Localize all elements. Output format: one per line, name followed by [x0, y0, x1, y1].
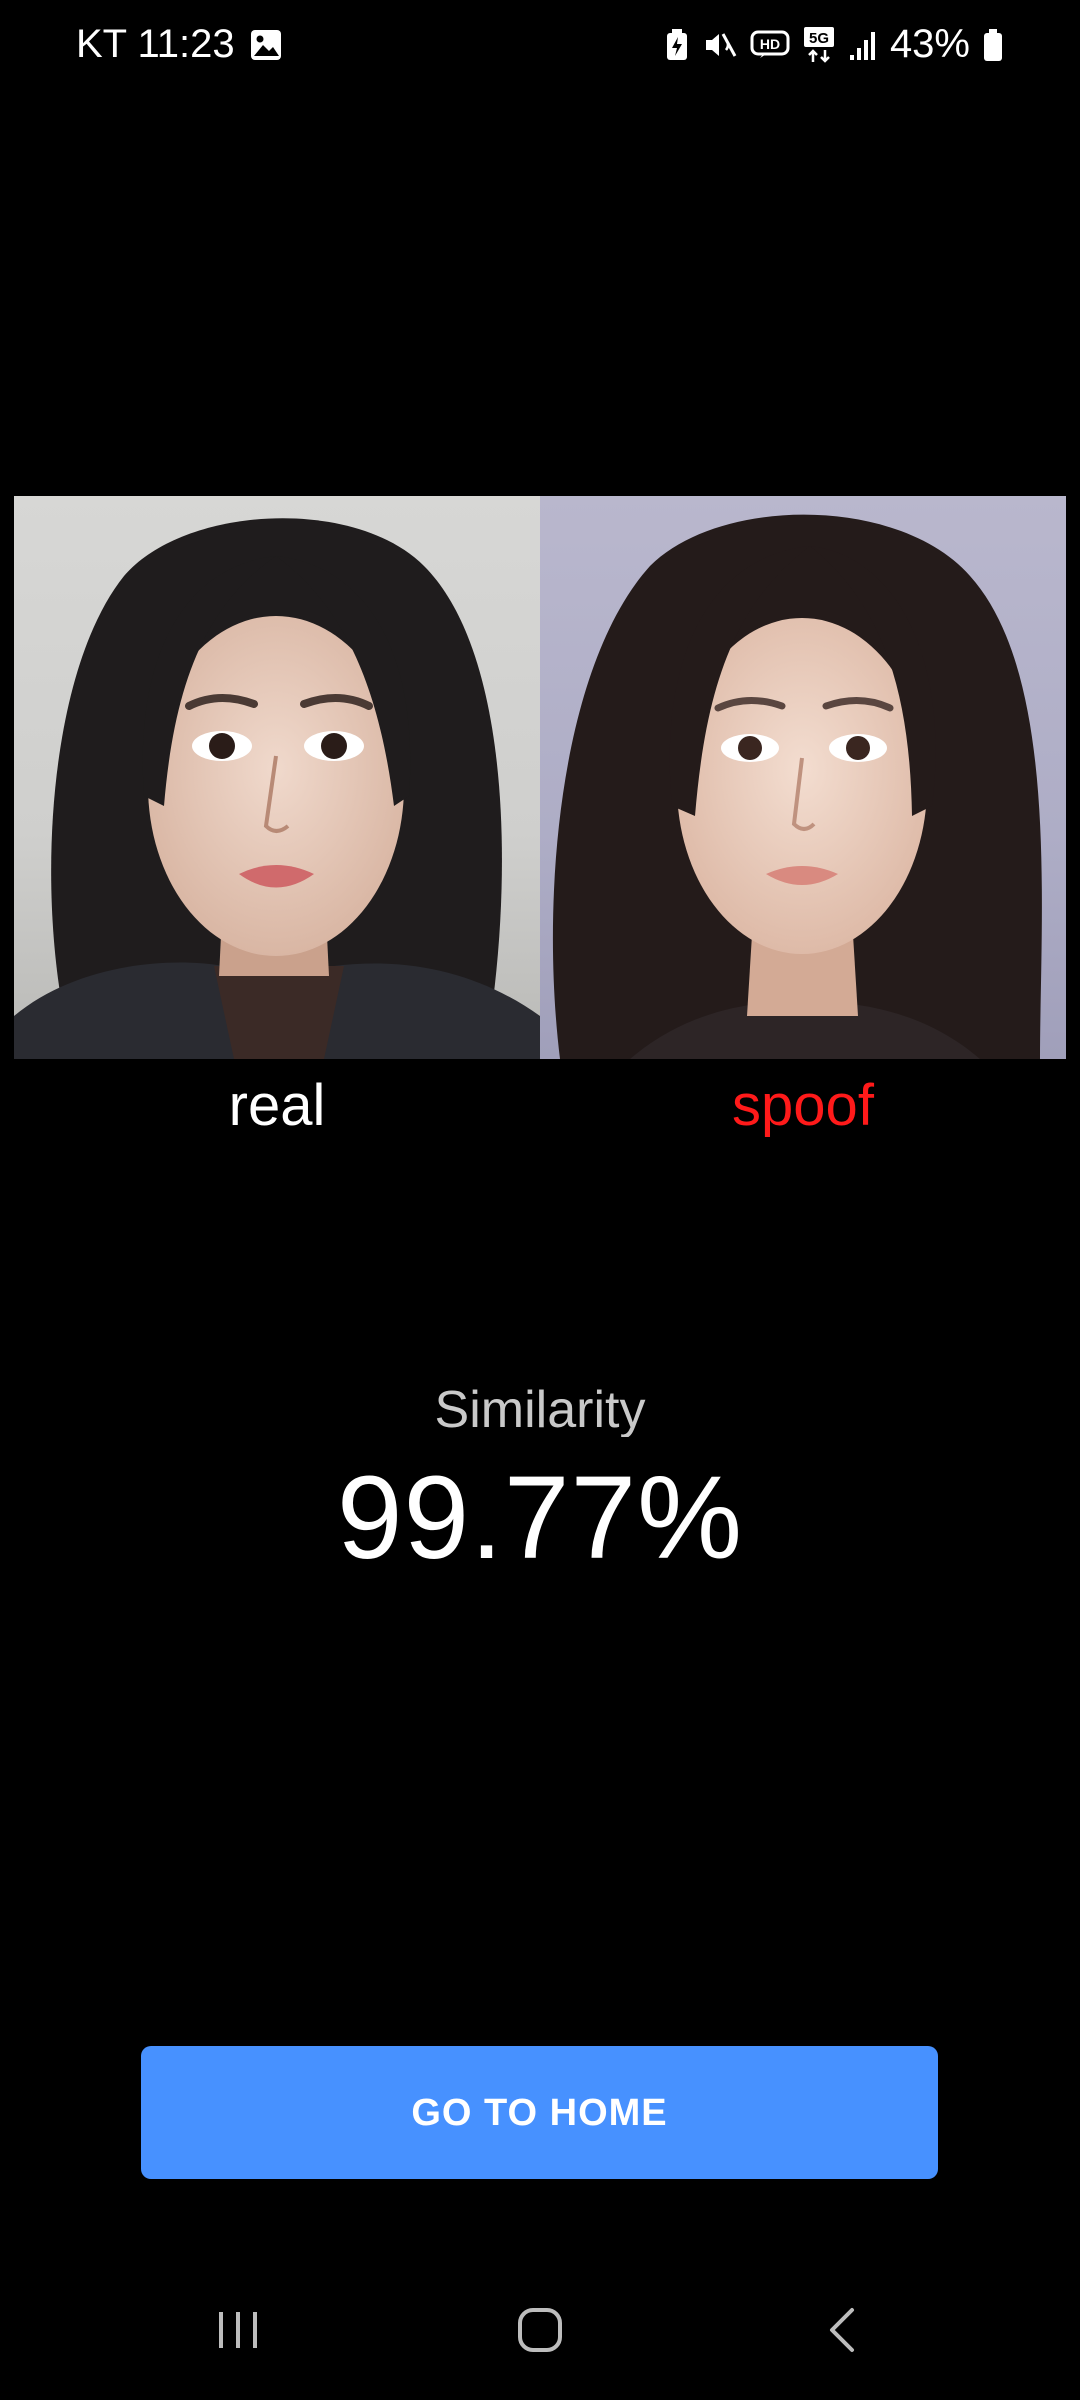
carrier-time: KT 11:23	[76, 22, 235, 66]
spoof-label: spoof	[732, 1073, 874, 1138]
battery-percentage: 43%	[889, 22, 970, 66]
face-labels: real spoof	[14, 1066, 1066, 1146]
similarity-title: Similarity	[434, 1381, 646, 1437]
real-face-image	[14, 496, 540, 1059]
gallery-notification-icon	[249, 28, 283, 62]
svg-text:5G: 5G	[809, 30, 829, 47]
status-right: HD 5G 43%	[664, 22, 1004, 67]
battery-saver-icon	[664, 28, 690, 62]
svg-text:HD: HD	[760, 36, 780, 52]
spoof-face-image	[540, 496, 1066, 1059]
navigation-bar	[0, 2290, 1080, 2370]
recents-icon	[219, 2312, 257, 2348]
recents-button[interactable]	[178, 2290, 298, 2370]
signal-strength-icon	[848, 29, 878, 61]
network-5g-icon: 5G	[802, 26, 836, 64]
hd-voice-icon: HD	[750, 28, 790, 62]
mute-icon	[702, 28, 738, 62]
go-to-home-button[interactable]: GO TO HOME	[141, 2046, 938, 2179]
face-comparison	[14, 496, 1066, 1059]
status-bar: KT 11:23 HD 5G 43%	[0, 0, 1080, 96]
status-left: KT 11:23	[76, 22, 283, 67]
home-nav-button[interactable]	[480, 2290, 600, 2370]
back-button[interactable]	[782, 2290, 902, 2370]
back-icon	[830, 2308, 854, 2352]
real-label: real	[228, 1073, 326, 1138]
similarity-value: 99.77%	[336, 1452, 744, 1584]
home-icon	[518, 2308, 562, 2352]
battery-icon	[982, 28, 1004, 62]
